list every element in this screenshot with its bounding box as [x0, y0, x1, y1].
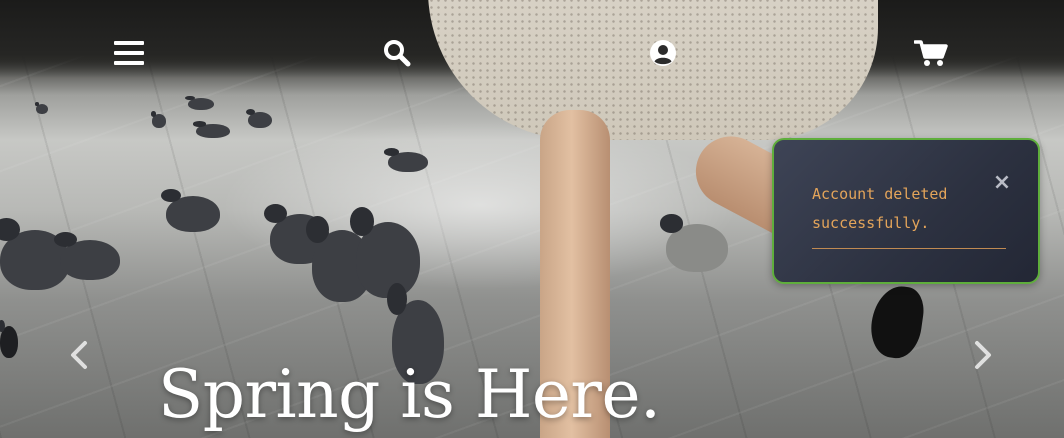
pigeon [34, 102, 48, 114]
shopping-cart-icon[interactable] [912, 36, 950, 70]
pigeon [659, 214, 728, 272]
pigeon [160, 188, 220, 232]
chevron-right-icon[interactable] [970, 340, 996, 370]
chevron-left-icon[interactable] [66, 340, 92, 370]
hero-headline: Spring is Here. [158, 356, 661, 433]
pigeon [150, 111, 166, 128]
user-account-icon[interactable] [646, 36, 680, 70]
pigeon [384, 148, 428, 172]
close-icon[interactable]: × [990, 170, 1014, 195]
pigeon [54, 232, 120, 280]
toast-message: Account deleted successfully. [812, 185, 948, 232]
pigeon [245, 108, 272, 128]
pigeon [192, 121, 230, 138]
hamburger-menu-icon[interactable] [112, 36, 146, 70]
search-icon[interactable] [380, 36, 414, 70]
toast-divider [812, 248, 1006, 249]
toast-notification: Account deleted successfully. × [772, 138, 1040, 284]
pigeon [349, 206, 420, 298]
sunlight-patch [220, 120, 740, 290]
pigeon [0, 319, 18, 358]
pigeon [185, 95, 214, 110]
